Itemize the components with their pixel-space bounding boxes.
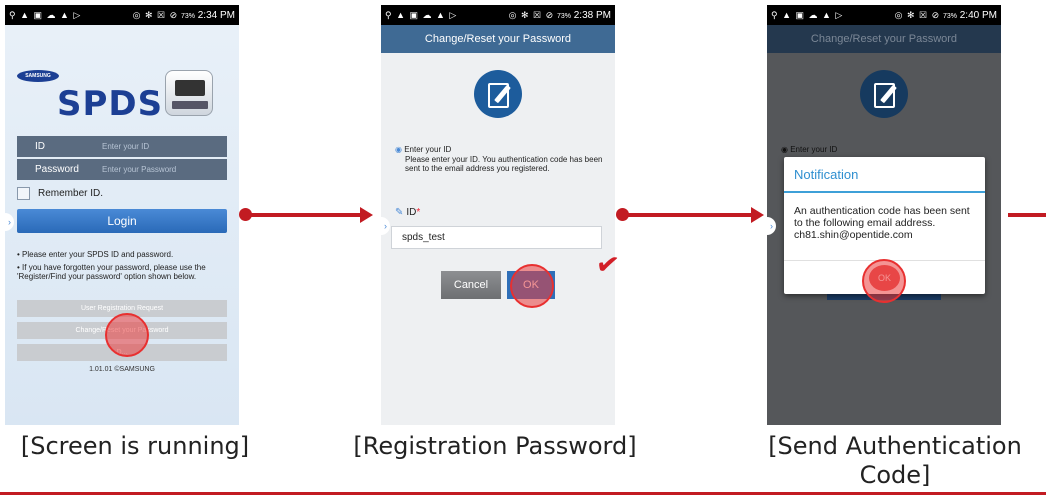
tutorial-slide: ⚲ ▲ ▣ ☁ ▲ ▷ ◎ ✻ ☒ ⊘ 73% 2:34 PM SAMSUNG … xyxy=(0,0,1046,495)
id-input[interactable]: spds_test xyxy=(391,226,602,249)
dialog-email: ch81.shin@opentide.com xyxy=(794,229,913,241)
battery-level: 73% xyxy=(180,12,195,20)
flow-arrow-1 xyxy=(239,207,373,223)
edit-document-icon xyxy=(474,70,522,118)
phone-screen-login: ⚲ ▲ ▣ ☁ ▲ ▷ ◎ ✻ ☒ ⊘ 73% 2:34 PM SAMSUNG … xyxy=(5,5,239,425)
notification-icons: ⚲ ▲ ▣ ☁ ▲ ▷ xyxy=(9,9,82,20)
tap-indicator xyxy=(862,259,906,303)
page-title: Change/Reset your Password xyxy=(381,25,615,53)
enter-id-heading-row: ◉ Enter your ID xyxy=(395,145,605,155)
remember-checkbox[interactable] xyxy=(17,187,30,200)
caption-registration-password: [Registration Password] xyxy=(353,432,637,460)
samsung-logo: SAMSUNG xyxy=(17,70,59,82)
system-icons: ◎ ✻ ☒ ⊘ xyxy=(508,9,555,20)
password-placeholder: Enter your Password xyxy=(102,165,177,174)
bullet-icon: ◉ xyxy=(395,145,405,154)
remember-label: Remember ID. xyxy=(38,188,104,199)
enter-id-description: Please enter your ID. You authentication… xyxy=(405,154,603,174)
notification-icons: ⚲ ▲ ▣ ☁ ▲ ▷ xyxy=(385,9,458,20)
edit-document-icon xyxy=(860,70,908,118)
dialog-message: An authentication code has been sent to … xyxy=(784,193,985,241)
notification-icons: ⚲ ▲ ▣ ☁ ▲ ▷ xyxy=(771,9,844,20)
enter-id-heading-dimmed: ◉ Enter your ID xyxy=(781,145,837,154)
status-right: ◎ ✻ ☒ ⊘ 73% 2:34 PM xyxy=(133,10,235,21)
side-chevron-icon[interactable]: › xyxy=(767,217,776,235)
side-chevron-icon[interactable]: › xyxy=(381,217,390,235)
pencil-icon: ✎ xyxy=(395,207,404,218)
caption-line-1: [Send Authentication xyxy=(768,432,1022,460)
device-image xyxy=(165,70,213,116)
status-bar: ⚲ ▲ ▣ ☁ ▲ ▷ ◎ ✻ ☒ ⊘ 73% 2:40 PM xyxy=(767,5,1001,25)
enter-id-heading: Enter your ID xyxy=(790,145,838,154)
caption-screen-running: [Screen is running] xyxy=(20,432,250,460)
status-bar: ⚲ ▲ ▣ ☁ ▲ ▷ ◎ ✻ ☒ ⊘ 73% 2:34 PM xyxy=(5,5,239,25)
arrow-start-dot xyxy=(616,208,629,221)
login-note-2: • If you have forgotten your password, p… xyxy=(17,263,206,281)
tap-indicator xyxy=(105,313,149,357)
dialog-title: Notification xyxy=(784,157,985,193)
arrow-head-icon xyxy=(751,207,764,223)
status-time: 2:40 PM xyxy=(959,9,997,21)
battery-level: 73% xyxy=(942,12,957,20)
phone-screen-notification: ⚲ ▲ ▣ ☁ ▲ ▷ ◎ ✻ ☒ ⊘ 73% 2:40 PM Change/R… xyxy=(767,5,1001,425)
password-label: Password xyxy=(35,164,79,175)
login-body: SAMSUNG SPDS ID Enter your ID Password E… xyxy=(5,25,239,425)
caption-send-authentication: [Send Authentication Code] xyxy=(750,432,1040,490)
id-label-text: ID xyxy=(406,207,417,218)
id-field-label: ✎ ID* xyxy=(395,207,420,218)
caption-line-2: Code] xyxy=(859,461,931,489)
id-field[interactable]: ID Enter your ID xyxy=(17,136,227,157)
id-label: ID xyxy=(35,141,45,152)
phone-screen-reset: ⚲ ▲ ▣ ☁ ▲ ▷ ◎ ✻ ☒ ⊘ 73% 2:38 PM Change/R… xyxy=(381,5,615,425)
flow-arrow-3 xyxy=(1008,213,1046,217)
arrow-start-dot xyxy=(239,208,252,221)
status-time: 2:34 PM xyxy=(197,9,235,21)
remember-id[interactable]: Remember ID. xyxy=(17,187,103,200)
checkmark-icon: ✔ xyxy=(593,246,622,283)
system-icons: ◎ ✻ ☒ ⊘ xyxy=(894,9,941,20)
flow-arrow-2 xyxy=(616,207,764,223)
dialog-message-text: An authentication code has been sent to … xyxy=(794,205,970,229)
spds-logo: SPDS xyxy=(57,84,164,124)
required-mark: * xyxy=(416,207,421,218)
page-title: Change/Reset your Password xyxy=(767,25,1001,53)
side-chevron-icon[interactable]: › xyxy=(5,213,14,231)
battery-level: 73% xyxy=(556,12,571,20)
cancel-button[interactable]: Cancel xyxy=(441,271,501,299)
login-note-1: • Please enter your SPDS ID and password… xyxy=(17,250,174,259)
login-button[interactable]: Login xyxy=(17,209,227,233)
status-right: ◎ ✻ ☒ ⊘ 73% 2:40 PM xyxy=(895,10,997,21)
enter-id-instructions: ◉ Enter your ID Please enter your ID. Yo… xyxy=(395,145,605,174)
arrow-head-icon xyxy=(360,207,373,223)
version-label: 1.01.01 ©SAMSUNG xyxy=(89,366,155,373)
system-icons: ◎ ✻ ☒ ⊘ xyxy=(132,9,179,20)
password-field[interactable]: Password Enter your Password xyxy=(17,159,227,180)
bullet-icon: ◉ xyxy=(781,145,791,154)
enter-id-heading: Enter your ID xyxy=(404,145,452,154)
logo-area: SAMSUNG SPDS xyxy=(17,70,227,130)
status-time: 2:38 PM xyxy=(573,9,611,21)
status-right: ◎ ✻ ☒ ⊘ 73% 2:38 PM xyxy=(509,10,611,21)
tap-indicator xyxy=(510,264,554,308)
status-bar: ⚲ ▲ ▣ ☁ ▲ ▷ ◎ ✻ ☒ ⊘ 73% 2:38 PM xyxy=(381,5,615,25)
id-placeholder: Enter your ID xyxy=(102,142,150,151)
